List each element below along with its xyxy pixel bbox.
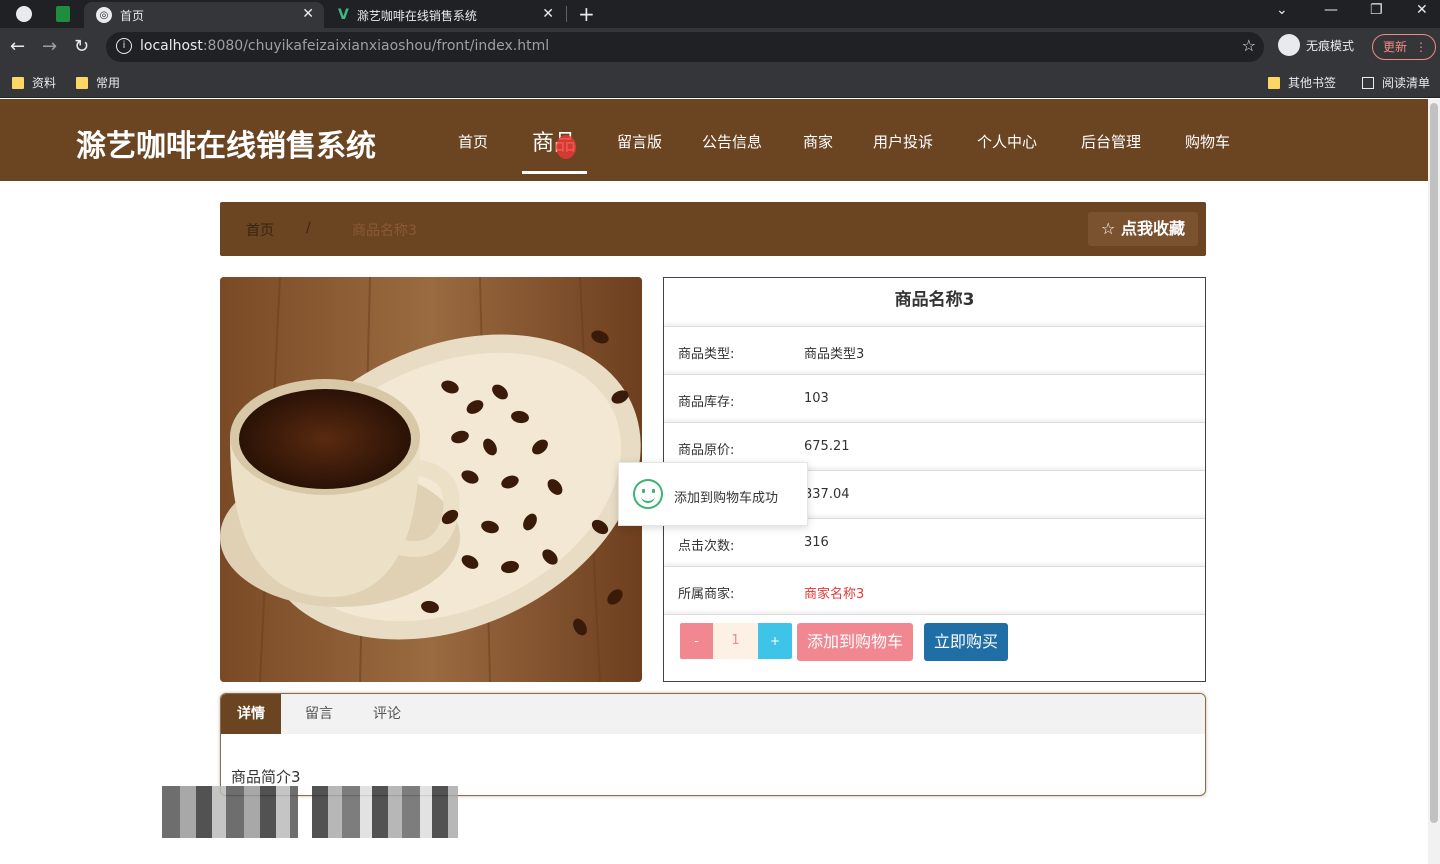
field-value: 103 (804, 391, 829, 406)
browser-tab-system[interactable]: V 滁艺咖啡在线销售系统 ✕ (326, 2, 564, 28)
update-button[interactable]: 更新 ⋮ (1372, 34, 1436, 60)
success-toast: 添加到购物车成功 (618, 462, 808, 526)
purchase-actions: - 1 + 添加到购物车 立即购买 (664, 614, 1205, 668)
browser-tab-bar: ◎ 首页 ✕ V 滁艺咖啡在线销售系统 ✕ + ⌄ — ❐ ✕ (0, 0, 1440, 28)
window-close-icon[interactable]: ✕ (1416, 2, 1428, 18)
add-to-cart-button[interactable]: 添加到购物车 (797, 623, 913, 661)
address-bar: ← → ↻ i localhost:8080/chuyikafeizaixian… (0, 28, 1440, 66)
product-description: 商品简介3 (231, 768, 301, 786)
nav-profile[interactable]: 个人中心 (977, 131, 1037, 152)
quantity-decrease-button[interactable]: - (680, 623, 713, 659)
browser-tab-home[interactable]: ◎ 首页 ✕ (84, 2, 324, 28)
menu-dots-icon[interactable]: ⋮ (1415, 35, 1427, 59)
breadcrumb-current: 商品名称3 (352, 223, 417, 239)
nav-cart[interactable]: 购物车 (1185, 131, 1230, 152)
page-scrollbar[interactable] (1428, 99, 1440, 864)
info-row-merchant: 所属商家: 商家名称3 (664, 566, 1205, 614)
site-title: 滁艺咖啡在线销售系统 (76, 129, 376, 164)
incognito-icon (1278, 34, 1300, 56)
nav-complaints[interactable]: 用户投诉 (873, 131, 933, 152)
nav-messages[interactable]: 留言版 (617, 131, 662, 152)
back-icon[interactable]: ← (10, 36, 25, 57)
tab-messages[interactable]: 留言 (289, 694, 349, 734)
breadcrumb-home[interactable]: 首页 (246, 220, 274, 240)
cursor-icon (556, 135, 576, 159)
detail-tabs-header: 详情 留言 评论 (221, 694, 1205, 734)
bookmark-folder[interactable]: 常用 (76, 74, 120, 91)
forward-icon[interactable]: → (42, 36, 57, 57)
globe-icon: ◎ (96, 7, 112, 23)
url-field[interactable]: i localhost:8080/chuyikafeizaixianxiaosh… (106, 32, 1264, 62)
folder-icon (76, 76, 88, 89)
info-row-stock: 商品库存: 103 (664, 374, 1205, 422)
nav-merchants[interactable]: 商家 (803, 131, 833, 152)
restore-icon[interactable]: ❐ (1370, 2, 1383, 18)
reload-icon[interactable]: ↻ (74, 36, 89, 57)
quantity-increase-button[interactable]: + (758, 623, 792, 659)
nav-announcements[interactable]: 公告信息 (702, 131, 762, 152)
field-label: 所属商家: (678, 587, 735, 602)
browser-logo-icon[interactable] (16, 6, 32, 22)
tab-separator (566, 6, 567, 22)
site-header: 滁艺咖啡在线销售系统 首页 商品 留言版 公告信息 商家 用户投诉 个人中心 后… (0, 99, 1428, 181)
tab-comments[interactable]: 评论 (357, 694, 417, 734)
folder-icon (12, 76, 24, 89)
tab-search-chevron-icon[interactable]: ⌄ (1276, 2, 1288, 18)
incognito-indicator[interactable]: 无痕模式 (1278, 34, 1354, 56)
bookmark-star-icon[interactable]: ☆ (1242, 36, 1256, 55)
info-icon[interactable]: i (116, 38, 132, 54)
tab-details[interactable]: 详情 (221, 694, 281, 734)
folder-icon (1268, 76, 1280, 89)
scrollbar-thumb[interactable] (1430, 103, 1438, 823)
product-image (220, 277, 642, 682)
product-name: 商品名称3 (894, 290, 975, 310)
toast-message: 添加到购物车成功 (674, 491, 779, 506)
field-value: 商品类型3 (804, 347, 865, 362)
browser-tab-title: 滁艺咖啡在线销售系统 (356, 8, 477, 23)
close-tab-icon[interactable]: ✕ (302, 6, 314, 22)
vue-logo-icon: V (338, 7, 349, 23)
field-label: 点击次数: (678, 539, 735, 554)
new-tab-icon[interactable]: + (578, 2, 595, 26)
nav-admin[interactable]: 后台管理 (1081, 131, 1141, 152)
browser-tab-title: 首页 (120, 8, 145, 23)
bookmark-folder[interactable]: 资料 (12, 74, 56, 91)
breadcrumb: 首页 / 商品名称3 ☆ 点我收藏 (220, 202, 1206, 256)
field-label: 商品类型: (678, 347, 735, 362)
minimize-icon[interactable]: — (1324, 2, 1338, 18)
reading-list[interactable]: 阅读清单 (1362, 74, 1430, 91)
info-row-type: 商品类型: 商品类型3 (664, 326, 1205, 374)
bookmarks-bar: 资料 常用 其他书签 阅读清单 (0, 66, 1440, 98)
field-label: 商品库存: (678, 395, 735, 410)
merchant-link[interactable]: 商家名称3 (804, 583, 864, 602)
close-tab-icon[interactable]: ✕ (542, 6, 554, 22)
tab-search-icon[interactable] (56, 6, 70, 22)
detail-tabs-panel: 详情 留言 评论 商品简介3 (220, 693, 1206, 796)
favorite-button[interactable]: ☆ 点我收藏 (1088, 212, 1198, 246)
field-value: 316 (804, 535, 829, 550)
smile-icon (633, 479, 663, 509)
nav-home[interactable]: 首页 (458, 131, 488, 152)
field-value: 337.04 (804, 487, 850, 502)
quantity-input[interactable]: 1 (713, 623, 758, 659)
field-label: 商品原价: (678, 443, 735, 458)
other-bookmarks[interactable]: 其他书签 (1268, 74, 1336, 91)
buy-now-button[interactable]: 立即购买 (924, 623, 1008, 661)
nav-active-indicator (522, 171, 587, 174)
url-text[interactable]: localhost:8080/chuyikafeizaixianxiaoshou… (140, 38, 549, 54)
quantity-stepper: - 1 + (680, 623, 792, 659)
reading-list-icon (1362, 76, 1374, 89)
coffee-cup-illustration (220, 277, 642, 682)
field-value: 675.21 (804, 439, 850, 454)
breadcrumb-separator: / (306, 220, 311, 236)
